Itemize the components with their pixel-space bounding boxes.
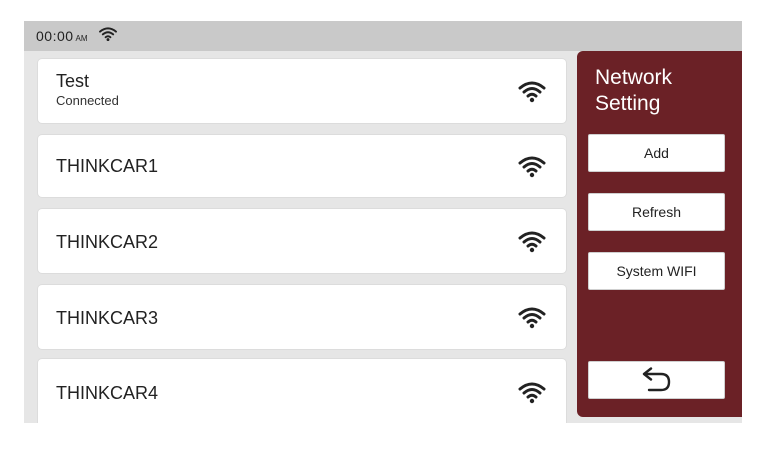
wifi-list: Test Connected THINKCAR1 THINKCAR2 THINK… xyxy=(24,51,576,423)
wifi-name: THINKCAR3 xyxy=(56,308,159,328)
wifi-item-thinkcar2[interactable]: THINKCAR2 xyxy=(38,209,566,273)
wifi-name: THINKCAR2 xyxy=(56,232,159,252)
network-setting-panel: Network Setting Add Refresh System WIFI xyxy=(577,51,742,417)
wifi-item-thinkcar3[interactable]: THINKCAR3 xyxy=(38,285,566,349)
wifi-item-thinkcar1[interactable]: THINKCAR1 xyxy=(38,135,566,197)
status-time: 00:00 xyxy=(36,28,74,44)
status-bar: 00:00 AM xyxy=(24,21,742,51)
status-wifi-icon xyxy=(98,26,118,45)
wifi-item-test[interactable]: Test Connected xyxy=(38,59,566,123)
wifi-signal-icon xyxy=(518,81,546,103)
wifi-signal-icon xyxy=(518,231,546,253)
wifi-item-thinkcar4[interactable]: THINKCAR4 xyxy=(38,359,566,423)
wifi-name: THINKCAR4 xyxy=(56,383,159,403)
screen: 00:00 AM Test Connected THINKCAR1 THINKC… xyxy=(24,21,742,423)
back-arrow-icon xyxy=(642,367,670,392)
panel-title: Network Setting xyxy=(595,66,673,115)
system-wifi-button[interactable]: System WIFI xyxy=(588,252,725,290)
refresh-button[interactable]: Refresh xyxy=(588,193,725,231)
wifi-connection-status: Connected xyxy=(56,93,119,108)
wifi-signal-icon xyxy=(518,156,546,178)
wifi-signal-icon xyxy=(518,307,546,329)
wifi-name: Test xyxy=(56,71,90,91)
wifi-signal-icon xyxy=(518,382,546,404)
add-button[interactable]: Add xyxy=(588,134,725,172)
wifi-name: THINKCAR1 xyxy=(56,156,159,176)
back-button[interactable] xyxy=(588,361,725,399)
status-ampm: AM xyxy=(75,34,88,43)
